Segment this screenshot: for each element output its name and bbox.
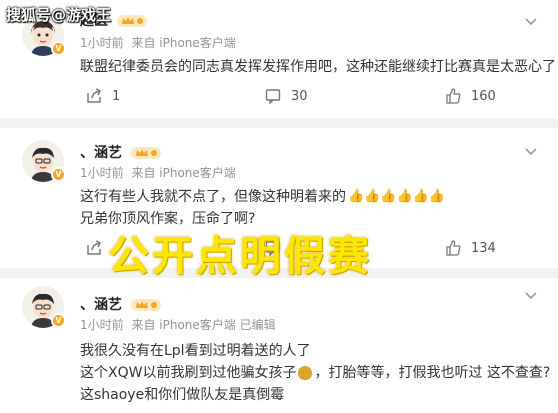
comment-text: 我很久没有在Lpl看到过明着送的人了 — [80, 343, 311, 359]
timestamp: 1小时前 — [80, 36, 124, 50]
overlay-caption: 公开点明假赛 — [108, 232, 372, 280]
comment-text: 这行有些人我就不点了，但像这种明着来的 👍👍👍👍👍👍 — [80, 186, 445, 208]
action-bar: 1 30 160 — [0, 79, 558, 113]
crown-icon — [130, 298, 161, 312]
comment-icon — [265, 89, 281, 104]
post-meta: 1小时前 来自 iPhone客户端 — [80, 164, 236, 181]
share-count: 1 — [112, 88, 121, 104]
verified-badge-icon: V — [51, 167, 66, 182]
like-button[interactable]: 134 — [445, 231, 496, 265]
watermark: 搜狐号@游戏王 — [6, 6, 112, 24]
post-meta: 1小时前 来自 iPhone客户端 已编辑 — [80, 316, 276, 333]
like-count: 134 — [471, 240, 496, 256]
like-button[interactable]: 160 — [445, 79, 496, 113]
more-options-icon[interactable] — [522, 12, 540, 30]
thumbs-up-icon — [446, 240, 461, 256]
money-bag-emoji-icon — [298, 366, 313, 380]
crown-icon — [130, 146, 161, 160]
share-icon — [87, 88, 101, 103]
comment-card: V 、涵艺 1小时前 来自 iPhone客户端 已编辑 我很久没有在Lpl看到过… — [0, 278, 558, 413]
divider — [0, 118, 558, 128]
share-icon — [87, 240, 101, 255]
more-options-icon[interactable] — [522, 286, 540, 304]
source: 来自 iPhone客户端 — [131, 166, 236, 180]
username[interactable]: 、涵艺 — [80, 142, 161, 162]
verified-badge-icon: V — [51, 313, 66, 328]
comment-text: 这个XQW以前我刷到过他骗女孩子 ，打胎等等，打假我也听过 这不查查? — [80, 365, 551, 381]
like-count: 160 — [471, 88, 496, 104]
verified-badge-icon: V — [51, 41, 66, 56]
timestamp: 1小时前 — [80, 318, 124, 332]
post-meta: 1小时前 来自 iPhone客户端 — [80, 34, 236, 51]
crown-icon — [116, 14, 147, 28]
source: 来自 iPhone客户端 已编辑 — [131, 318, 276, 332]
share-button[interactable]: 1 — [86, 79, 120, 113]
comment-text: 联盟纪律委员会的同志真发挥发挥作用吧，这种还能继续打比赛真是太恶心了 — [80, 59, 556, 75]
thumbs-up-icon — [446, 88, 461, 104]
comment-text: 这shaoye和你们做队友是真倒霉 — [80, 387, 285, 403]
comment-button[interactable]: 30 — [265, 79, 308, 113]
thumbs-up-emoji-icon: 👍👍👍👍👍👍 — [348, 189, 446, 204]
username[interactable]: 、涵艺 — [80, 294, 161, 314]
more-options-icon[interactable] — [522, 142, 540, 160]
timestamp: 1小时前 — [80, 166, 124, 180]
comment-count: 30 — [291, 88, 308, 104]
source: 来自 iPhone客户端 — [131, 36, 236, 50]
